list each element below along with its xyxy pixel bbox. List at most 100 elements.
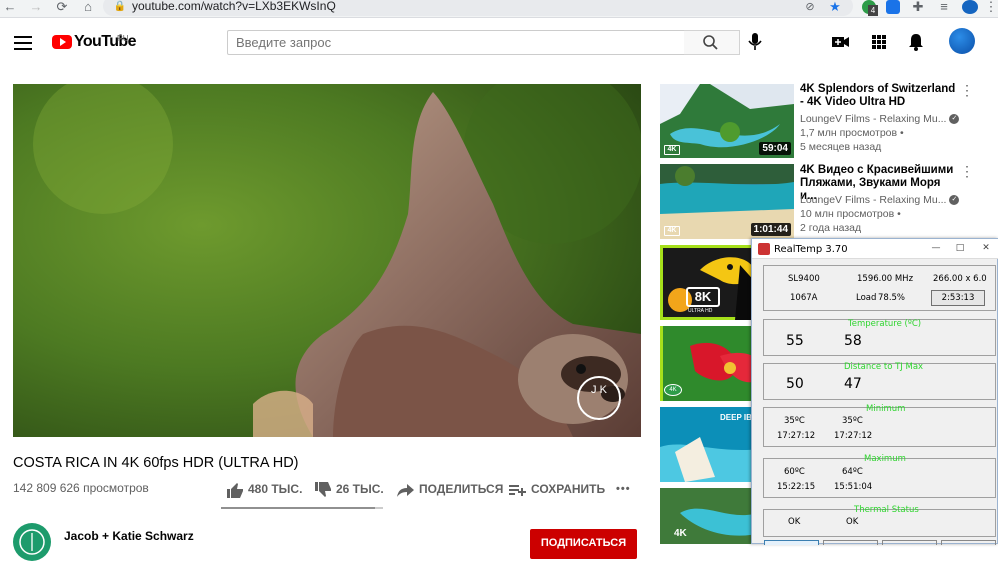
max-core0-time: 15:22:15 xyxy=(777,482,816,492)
8k-badge: 8K xyxy=(686,287,720,307)
create-video-icon[interactable] xyxy=(829,31,851,53)
share-icon xyxy=(397,483,414,497)
video-frame-sloth: J K xyxy=(13,84,641,437)
save-label: СОХРАНИТЬ xyxy=(531,482,606,496)
cpu-model: SL9400 xyxy=(788,274,820,284)
max-core0-temp: 60ºC xyxy=(784,467,805,477)
4k-badge: 4K xyxy=(664,384,682,396)
distance-label: Distance to TJ Max xyxy=(844,362,924,372)
thermal-core0: OK xyxy=(788,517,801,527)
download-extension-icon[interactable] xyxy=(886,0,900,14)
dislike-count: 26 ТЫС. xyxy=(336,482,384,496)
distance-core1: 47 xyxy=(844,376,862,392)
realtemp-button[interactable] xyxy=(764,540,819,545)
save-button[interactable]: СОХРАНИТЬ xyxy=(509,480,605,498)
realtemp-title: RealTemp 3.70 xyxy=(774,244,848,255)
like-button[interactable]: 480 ТЫС. xyxy=(226,480,302,498)
related-thumbnail-1[interactable]: 4K 59:04 xyxy=(660,84,794,158)
temp-core1: 58 xyxy=(844,333,862,349)
realtemp-button[interactable] xyxy=(823,540,878,545)
microphone-icon[interactable] xyxy=(744,31,766,53)
uptime-button[interactable]: 2:53:13 xyxy=(931,290,985,306)
min-core1-time: 17:27:12 xyxy=(834,431,873,441)
back-icon[interactable]: ← xyxy=(2,0,18,16)
search-icon xyxy=(703,35,718,50)
share-button[interactable]: ПОДЕЛИТЬСЯ xyxy=(397,480,503,498)
max-core1-time: 15:51:04 xyxy=(834,482,873,492)
4k-badge: 4K xyxy=(674,528,687,539)
related-title-1[interactable]: 4K Splendors of Switzerland - 4K Video U… xyxy=(800,83,960,109)
dislike-button[interactable]: 26 ТЫС. xyxy=(314,480,384,498)
realtemp-titlebar[interactable]: RealTemp 3.70 — □ ✕ xyxy=(752,239,998,259)
cpu-frequency: 1596.00 MHz xyxy=(857,274,914,284)
video-player[interactable]: J K xyxy=(13,84,641,437)
ultra-hd-label: ULTRA HD xyxy=(688,308,713,314)
thumbs-down-icon xyxy=(315,481,331,497)
video-duration: 1:01:44 xyxy=(750,223,791,236)
search-input[interactable] xyxy=(228,31,684,54)
extension-badge: 4 xyxy=(868,5,878,16)
related-menu-icon[interactable]: ⋮ xyxy=(960,83,974,97)
subscribe-button[interactable]: ПОДПИСАТЬСЯ xyxy=(530,529,637,559)
more-actions-button[interactable]: ••• xyxy=(616,480,631,498)
related-views-1: 1,7 млн просмотров • xyxy=(800,127,904,139)
url-text[interactable]: youtube.com/watch?v=LXb3EKWsInQ xyxy=(132,0,336,13)
realtemp-button[interactable] xyxy=(941,540,996,545)
profile-avatar-icon[interactable] xyxy=(962,0,978,14)
verified-check-icon: ✓ xyxy=(949,114,960,125)
related-age-2: 2 года назад xyxy=(800,222,862,234)
realtemp-app-icon xyxy=(758,243,770,255)
min-core1-temp: 35ºC xyxy=(842,416,863,426)
realtemp-button[interactable] xyxy=(882,540,937,545)
reading-list-icon[interactable]: ≡ xyxy=(936,0,952,16)
minimum-label: Minimum xyxy=(866,404,906,414)
cpu-vid: 1067A xyxy=(790,293,818,303)
youtube-header: YouTube RU xyxy=(0,18,998,66)
load-label: Load xyxy=(856,293,877,303)
channel-name[interactable]: Jacob + Katie Schwarz xyxy=(64,529,194,543)
browser-toolbar: ← → ⟳ ⌂ 🔒 youtube.com/watch?v=LXb3EKWsIn… xyxy=(0,0,998,18)
view-count: 142 809 626 просмотров xyxy=(13,481,149,495)
temperature-label: Temperature (ºC) xyxy=(848,319,922,329)
notifications-bell-icon[interactable] xyxy=(905,31,927,53)
like-count: 480 ТЫС. xyxy=(248,482,303,496)
bookmark-star-icon[interactable]: ★ xyxy=(827,0,843,16)
apps-grid-icon[interactable] xyxy=(868,31,890,53)
channel-avatar[interactable] xyxy=(13,523,51,561)
hamburger-menu-icon[interactable] xyxy=(14,36,32,50)
sentiment-bar-likes xyxy=(221,507,375,509)
reload-icon[interactable]: ⟳ xyxy=(54,0,70,16)
4k-badge: 4K xyxy=(664,226,680,236)
related-views-2: 10 млн просмотров • xyxy=(800,208,901,220)
region-label: RU xyxy=(117,34,129,43)
video-title: COSTA RICA IN 4K 60fps HDR (ULTRA HD) xyxy=(13,455,299,471)
thermal-core1: OK xyxy=(846,517,859,527)
lock-icon[interactable]: 🔒 xyxy=(112,0,128,16)
realtemp-window: RealTemp 3.70 — □ ✕ SL9400 1596.00 MHz 2… xyxy=(751,238,998,545)
max-core1-temp: 64ºC xyxy=(842,467,863,477)
minimize-icon[interactable]: — xyxy=(924,241,948,255)
video-duration: 59:04 xyxy=(759,142,791,155)
search-button[interactable] xyxy=(684,30,740,55)
watermark-text: J K xyxy=(591,384,608,396)
forward-icon[interactable]: → xyxy=(28,0,44,16)
eye-off-icon[interactable]: ⊘ xyxy=(802,0,818,16)
home-icon[interactable]: ⌂ xyxy=(80,0,96,16)
extensions-puzzle-icon[interactable]: ✚ xyxy=(910,0,926,16)
related-thumbnail-2[interactable]: 4K 1:01:44 xyxy=(660,164,794,239)
related-age-1: 5 месяцев назад xyxy=(800,141,882,153)
maximum-group xyxy=(763,458,996,498)
maximize-icon[interactable]: □ xyxy=(948,241,972,255)
verified-check-icon: ✓ xyxy=(949,195,960,206)
cpu-load: 78.5% xyxy=(878,293,906,303)
min-core0-time: 17:27:12 xyxy=(777,431,816,441)
maximum-label: Maximum xyxy=(864,454,906,464)
related-menu-icon[interactable]: ⋮ xyxy=(960,164,974,178)
thermal-status-label: Thermal Status xyxy=(854,505,919,515)
browser-menu-icon[interactable]: ⋮ xyxy=(983,0,998,16)
related-channel-2[interactable]: LoungeV Films - Relaxing Mu... ✓ xyxy=(800,193,960,207)
account-avatar[interactable] xyxy=(949,28,975,54)
close-icon[interactable]: ✕ xyxy=(974,241,998,255)
thumbs-up-icon xyxy=(227,482,243,498)
related-channel-1[interactable]: LoungeV Films - Relaxing Mu... ✓ xyxy=(800,112,960,126)
